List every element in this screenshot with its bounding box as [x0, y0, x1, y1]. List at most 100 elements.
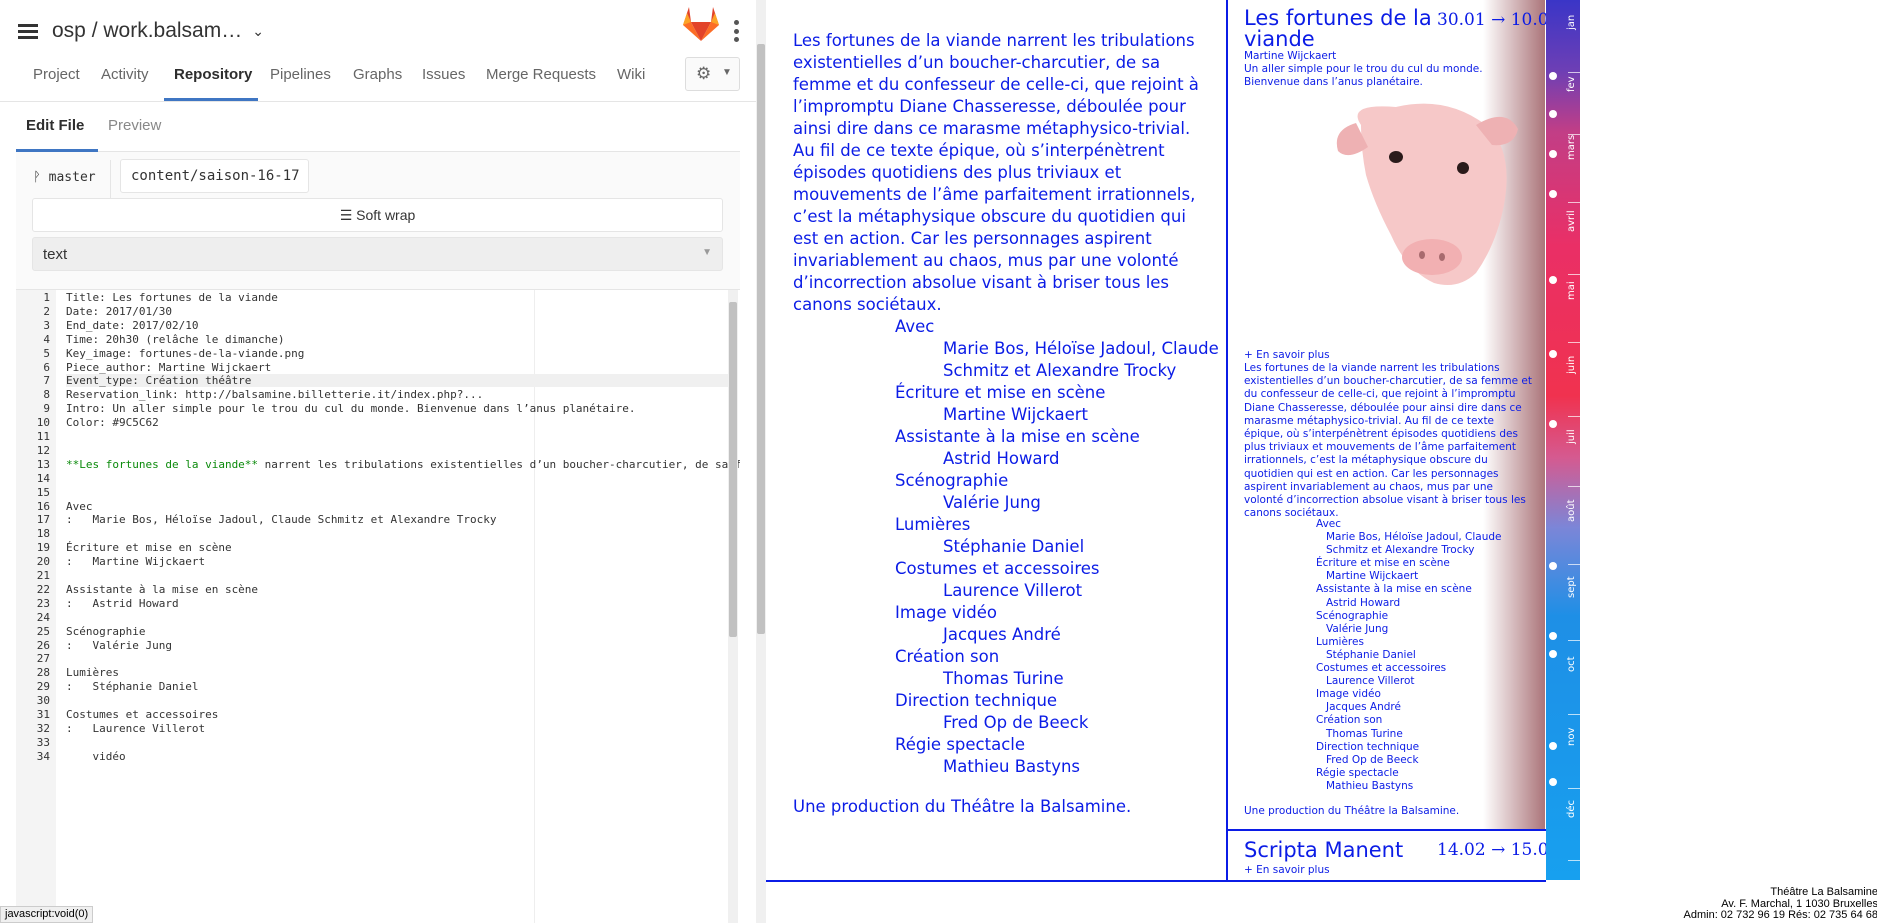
code-line[interactable]: Costumes et accessoires [66, 708, 218, 721]
language-value: text [43, 246, 68, 263]
settings-gear-button[interactable]: ⚙ ▼ [685, 57, 740, 91]
credit-role: Direction technique [1316, 740, 1420, 753]
code-line[interactable]: Lumières [66, 666, 119, 679]
line-number: 9 [43, 402, 50, 416]
code-line[interactable]: : Valérie Jung [66, 639, 172, 652]
credit-names: Fred Op de Beeck [1326, 753, 1419, 766]
calendar-month-label[interactable]: déc [1566, 800, 1577, 818]
soft-wrap-button[interactable]: ☰ Soft wrap [32, 198, 723, 232]
calendar-month-label[interactable]: avril [1566, 210, 1577, 232]
gitlab-logo-icon[interactable] [682, 6, 720, 42]
calendar-month-label[interactable]: jan [1566, 15, 1577, 30]
project-title[interactable]: osp / work.balsam… [52, 19, 242, 43]
code-line[interactable]: : Marie Bos, Héloïse Jadoul, Claude Schm… [66, 513, 496, 526]
code-line[interactable]: Écriture et mise en scène [66, 541, 232, 554]
calendar-event-dot[interactable] [1549, 190, 1557, 198]
file-path-input[interactable]: content/saison-16-17 [120, 159, 309, 193]
code-line[interactable]: : Stéphanie Daniel [66, 680, 198, 693]
more-info-link[interactable]: + En savoir plus [1244, 349, 1330, 362]
credits-list: Avec Marie Bos, Héloïse Jadoul, Claude Sc… [895, 316, 1245, 778]
line-number: 34 [36, 749, 50, 763]
credit-names: Thomas Turine [943, 669, 1064, 688]
credit-names: Valérie Jung [943, 493, 1041, 512]
calendar-month-label[interactable]: oct [1566, 656, 1577, 672]
code-line[interactable]: Color: #9C5C62 [66, 416, 159, 429]
code-line[interactable]: Assistante à la mise en scène [66, 583, 258, 596]
calendar-event-dot[interactable] [1549, 778, 1557, 786]
code-line[interactable]: Avec [66, 500, 93, 513]
credit-names: Valérie Jung [1326, 622, 1389, 635]
code-line[interactable]: **Les fortunes de la viande** narrent le… [66, 458, 740, 471]
more-options-icon[interactable] [733, 20, 739, 42]
page-scrollbar-thumb[interactable] [757, 44, 765, 634]
calendar-month-label[interactable]: mai [1566, 281, 1577, 300]
code-line[interactable]: Title: Les fortunes de la viande [66, 291, 278, 304]
code-editor[interactable]: 1 Title: Les fortunes de la viande 2 Date: … [16, 290, 740, 923]
line-number: 11 [36, 430, 50, 443]
code-line[interactable]: : Laurence Villerot [66, 722, 205, 735]
credit-role: Costumes et accessoires [1316, 662, 1447, 675]
next-event-title[interactable]: Scripta Manent [1244, 838, 1403, 862]
tab-merge-requests[interactable]: Merge Requests [486, 66, 596, 83]
calendar-event-dot[interactable] [1549, 110, 1557, 118]
calendar-event-dot[interactable] [1549, 742, 1557, 750]
tab-activity[interactable]: Activity [101, 66, 149, 83]
code-line[interactable]: Intro: Un aller simple pour le trou du c… [66, 402, 636, 415]
calendar-month-label[interactable]: août [1566, 499, 1577, 522]
production-note-small: Une production du Théâtre la Balsamine. [1244, 805, 1460, 817]
tab-pipelines[interactable]: Pipelines [270, 66, 331, 83]
credit-names: Laurence Villerot [1326, 675, 1415, 688]
calendar-month-tick [1568, 486, 1580, 487]
event-title[interactable]: Les fortunes de la viande [1244, 8, 1434, 50]
code-line[interactable]: Reservation_link: http://balsamine.bille… [66, 388, 483, 401]
code-line[interactable]: : Astrid Howard [66, 597, 179, 610]
hamburger-menu-icon[interactable] [18, 23, 38, 39]
credit-names: Martine Wijckaert [943, 405, 1089, 424]
calendar-month-label[interactable]: sept [1566, 576, 1577, 598]
code-line[interactable]: Event_type: Création théâtre [66, 374, 728, 388]
code-line[interactable]: vidéo [66, 750, 125, 763]
page-scrollbar[interactable] [756, 0, 766, 923]
calendar-month-tick [1568, 860, 1580, 861]
code-line[interactable]: Date: 2017/01/30 [66, 305, 172, 318]
calendar-event-dot[interactable] [1549, 632, 1557, 640]
language-select[interactable]: text ▼ [32, 237, 723, 271]
credit-names: Mathieu Bastyns [1326, 779, 1414, 792]
calendar-event-dot[interactable] [1549, 562, 1557, 570]
calendar-event-dot[interactable] [1549, 72, 1557, 80]
chevron-down-icon[interactable]: ⌄ [252, 23, 264, 40]
scrollbar-thumb[interactable] [729, 302, 737, 637]
tab-repository[interactable]: Repository [174, 66, 252, 83]
tab-project[interactable]: Project [33, 66, 80, 83]
calendar-event-dot[interactable] [1549, 276, 1557, 284]
code-line[interactable]: Piece_author: Martine Wijckaert [66, 361, 271, 374]
editor-scrollbar[interactable] [728, 290, 738, 923]
calendar-month-label[interactable]: juin [1566, 356, 1577, 374]
tab-graphs[interactable]: Graphs [353, 66, 402, 83]
next-event-more-link[interactable]: + En savoir plus [1244, 864, 1330, 876]
calendar-month-label[interactable]: mars [1566, 135, 1577, 160]
code-line[interactable]: : Martine Wijckaert [66, 555, 205, 568]
credit-names: Astrid Howard [1326, 596, 1401, 609]
soft-wrap-label: Soft wrap [356, 207, 416, 223]
tab-preview[interactable]: Preview [108, 117, 161, 134]
calendar-event-dot[interactable] [1549, 420, 1557, 428]
calendar-event-dot[interactable] [1549, 650, 1557, 658]
soft-wrap-icon: ☰ [339, 207, 353, 223]
code-line[interactable]: End_date: 2017/02/10 [66, 319, 198, 332]
code-line[interactable]: Key_image: fortunes-de-la-viande.png [66, 347, 304, 360]
calendar-event-dot[interactable] [1549, 350, 1557, 358]
credit-role: Lumières [1316, 635, 1364, 648]
calendar-month-tick [1568, 788, 1580, 789]
calendar-month-label[interactable]: juil [1566, 429, 1577, 444]
calendar-month-label[interactable]: fev [1566, 76, 1577, 92]
credit-role: Régie spectacle [1316, 766, 1399, 779]
tab-issues[interactable]: Issues [422, 66, 465, 83]
code-line[interactable]: Time: 20h30 (relâche le dimanche) [66, 333, 285, 346]
tab-edit-file[interactable]: Edit File [26, 117, 84, 134]
calendar-month-label[interactable]: nov [1566, 728, 1577, 746]
line-number: 5 [43, 346, 50, 360]
calendar-event-dot[interactable] [1549, 150, 1557, 158]
code-line[interactable]: Scénographie [66, 625, 145, 638]
tab-wiki[interactable]: Wiki [617, 66, 645, 83]
